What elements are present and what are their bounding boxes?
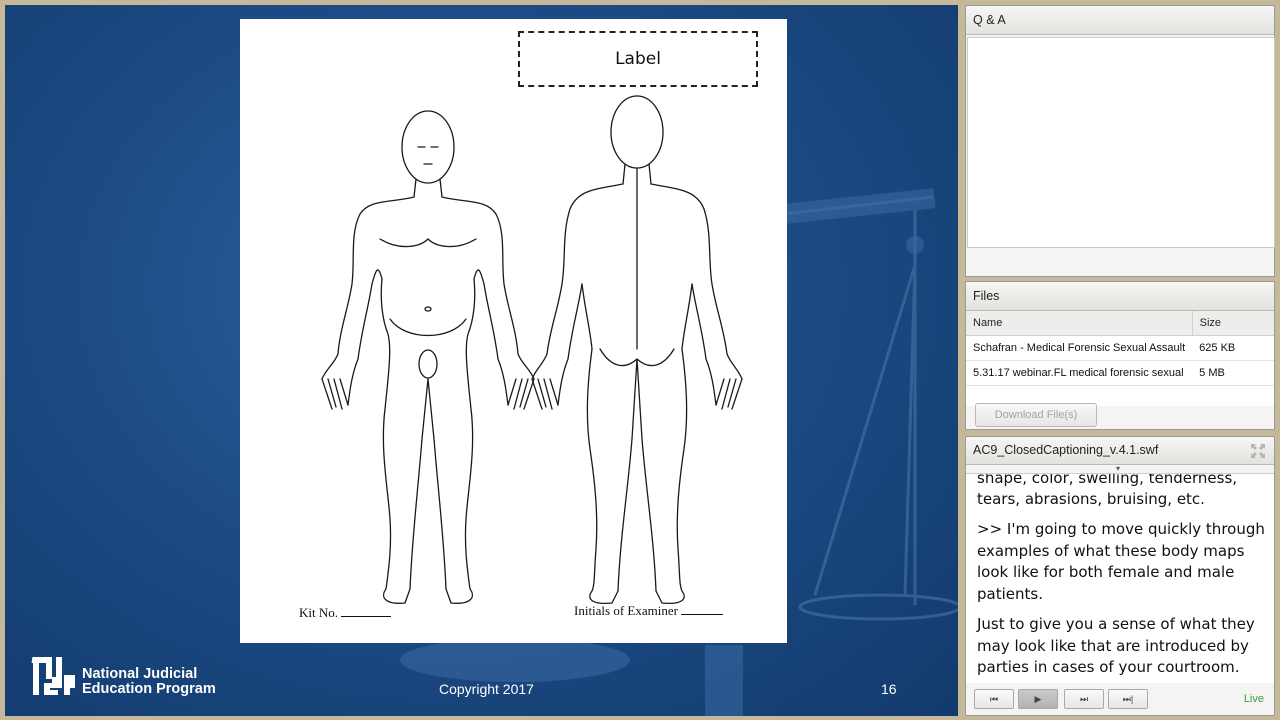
rewind-icon: ⏮	[989, 694, 999, 704]
expand-icon[interactable]	[1250, 443, 1266, 459]
njep-logo-icon	[31, 657, 75, 695]
qa-message-area[interactable]	[967, 37, 1275, 248]
file-name[interactable]: Schafran - Medical Forensic Sexual Assau…	[966, 335, 1193, 361]
examiner-initials-label: Initials of Examiner	[574, 603, 678, 618]
file-row[interactable]: 5.31.17 webinar.FL medical forensic sexu…	[966, 360, 1274, 386]
files-table: Name Size Schafran - Medical Forensic Se…	[966, 311, 1274, 386]
captions-pod-title: AC9_ClosedCaptioning_v.4.1.swf	[966, 437, 1274, 465]
logo-line-1: National Judicial	[82, 666, 198, 682]
body-map-document: Label Kit No. Initials of Examiner	[240, 19, 787, 643]
file-row[interactable]: Schafran - Medical Forensic Sexual Assau…	[966, 335, 1274, 361]
presentation-slide: Label Kit No. Initials of Examiner Natio…	[5, 5, 958, 716]
files-pod: Files Name Size Schafran - Medical Foren…	[965, 281, 1275, 430]
closed-captioning-pod: AC9_ClosedCaptioning_v.4.1.swf ▾ shape, …	[965, 436, 1275, 716]
column-header-name[interactable]: Name	[966, 311, 1193, 336]
download-files-button[interactable]: Download File(s)	[975, 403, 1097, 427]
skip-to-end-icon: ⏭|	[1122, 694, 1134, 704]
kit-number-field: Kit No.	[299, 605, 392, 621]
kit-number-line	[341, 616, 392, 617]
qa-pod: Q & A	[965, 5, 1275, 277]
logo-text: National Judicial Education Program	[82, 667, 216, 697]
fast-forward-button[interactable]: ⏭	[1064, 689, 1104, 709]
caption-paragraph: shape, color, swelling, tenderness, tear…	[977, 474, 1238, 509]
captions-text-area[interactable]: shape, color, swelling, tenderness, tear…	[966, 474, 1274, 683]
caption-paragraph: >> I'm going to move quickly through exa…	[977, 520, 1265, 604]
captions-transcript: shape, color, swelling, tenderness, tear…	[977, 474, 1267, 679]
slide-page-number: 16	[881, 681, 897, 697]
examiner-initials-line	[681, 614, 724, 615]
body-map-drawing	[321, 95, 743, 605]
label-box: Label	[518, 31, 758, 87]
qa-pod-title: Q & A	[966, 6, 1274, 35]
examiner-initials-field: Initials of Examiner	[574, 603, 724, 619]
rewind-button[interactable]: ⏮	[974, 689, 1014, 709]
files-pod-title: Files	[966, 282, 1274, 311]
caret-down-icon[interactable]: ▾	[1116, 465, 1120, 473]
kit-number-label: Kit No.	[299, 605, 338, 620]
skip-to-end-button[interactable]: ⏭|	[1108, 689, 1148, 709]
caption-paragraph: Just to give you a sense of what they ma…	[977, 614, 1255, 677]
play-icon: ▶	[1034, 694, 1042, 704]
file-name[interactable]: 5.31.17 webinar.FL medical forensic sexu…	[966, 360, 1193, 386]
fast-forward-icon: ⏭	[1079, 694, 1089, 704]
logo-line-2: Education Program	[82, 681, 216, 697]
slide-copyright: Copyright 2017	[439, 681, 534, 697]
live-indicator: Live	[1243, 693, 1264, 705]
column-header-size[interactable]: Size	[1191, 311, 1274, 336]
files-table-header: Name Size	[966, 311, 1274, 336]
play-button[interactable]: ▶	[1018, 689, 1058, 709]
file-size: 625 KB	[1192, 335, 1274, 361]
captions-settings-bar[interactable]: ▾	[966, 465, 1274, 474]
file-size: 5 MB	[1192, 360, 1274, 386]
